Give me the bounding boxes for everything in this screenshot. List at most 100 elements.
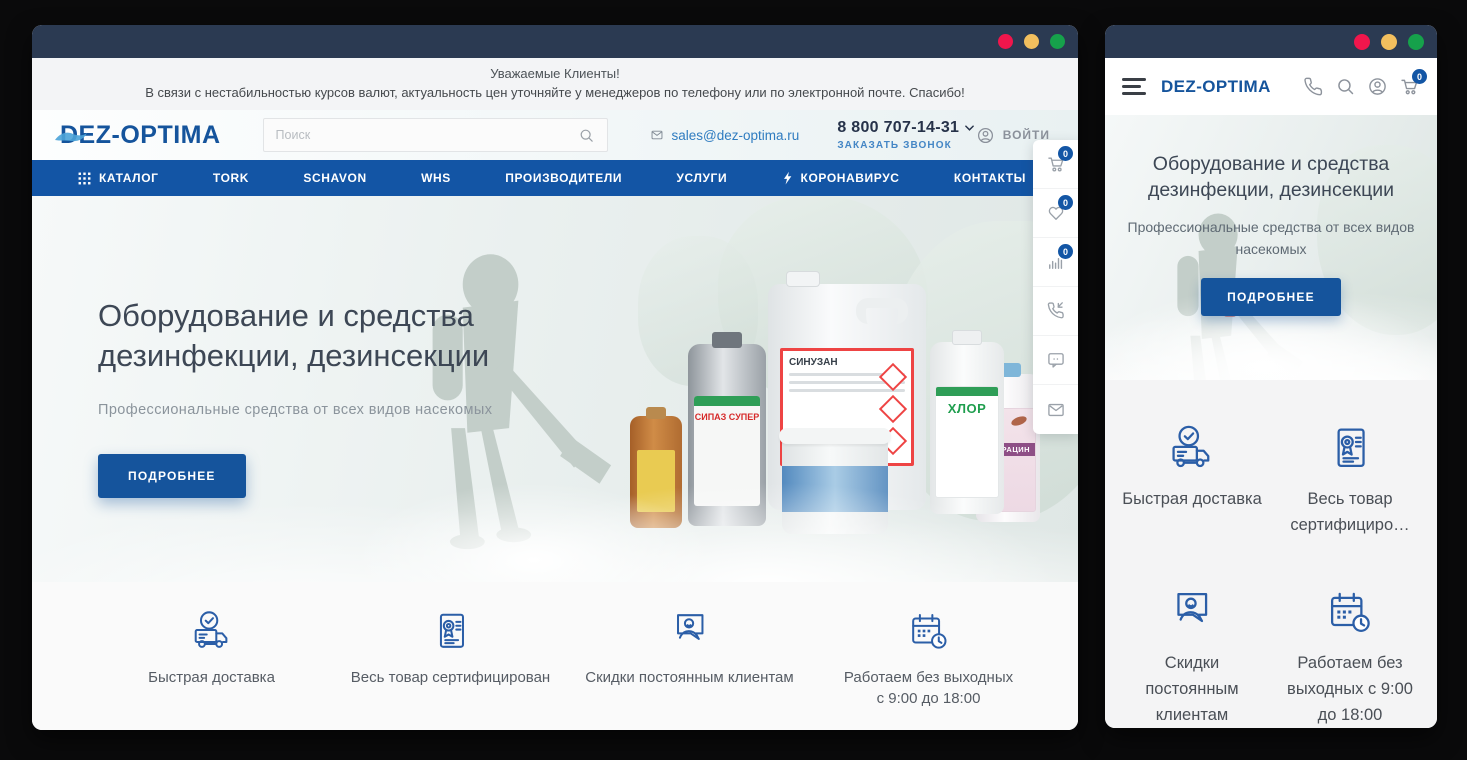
- label-stripe: [694, 396, 760, 406]
- traffic-light-yellow-icon: [1024, 34, 1039, 49]
- feature-label: Скидки постоянным клиентам: [570, 667, 809, 688]
- hero-title-line1: Оборудование и средства: [98, 296, 492, 336]
- client-chat-icon: [1166, 586, 1218, 638]
- lightning-icon: [782, 171, 793, 185]
- phone-number[interactable]: 8 800 707-14-31: [837, 119, 974, 137]
- browser-titlebar: [1105, 25, 1437, 58]
- logo[interactable]: DEZ-OPTIMA: [60, 121, 221, 150]
- callback-link[interactable]: ЗАКАЗАТЬ ЗВОНОК: [837, 140, 974, 151]
- cart-badge: 0: [1058, 146, 1073, 161]
- phone-block: 8 800 707-14-31 ЗАКАЗАТЬ ЗВОНОК: [837, 119, 974, 151]
- favorites-badge: 0: [1058, 195, 1073, 210]
- nav-item-whs[interactable]: WHS: [421, 171, 451, 185]
- toolbar-chat-button[interactable]: [1033, 336, 1078, 385]
- nav-label: УСЛУГИ: [676, 171, 727, 185]
- toolbar-email-button[interactable]: [1033, 385, 1078, 434]
- nav-label: TORK: [213, 171, 249, 185]
- cart-badge: 0: [1412, 69, 1427, 84]
- search-icon[interactable]: [1335, 76, 1356, 97]
- delivery-truck-icon: [1166, 422, 1218, 474]
- product-tub: [782, 436, 888, 534]
- bottle-cap: [646, 407, 666, 419]
- hero-title: Оборудование и средства дезинфекции, дез…: [98, 296, 492, 376]
- floating-toolbar: 0 0 0: [1033, 140, 1078, 434]
- phone-icon[interactable]: [1303, 76, 1324, 97]
- nav-item-catalog[interactable]: КАТАЛОГ: [78, 171, 159, 185]
- label-line: [789, 389, 905, 392]
- desktop-mockup: Уважаемые Клиенты! В связи с нестабильно…: [32, 25, 1078, 730]
- toolbar-favorites-button[interactable]: 0: [1033, 189, 1078, 238]
- product-name: СИПАЗ СУПЕР: [694, 412, 760, 422]
- email-text: sales@dez-optima.ru: [672, 128, 800, 143]
- hero-more-button[interactable]: ПОДРОБНЕЕ: [98, 454, 246, 498]
- features-row: Быстрая доставка Весь товар сертифициров…: [32, 582, 1078, 730]
- hero-title-line2: дезинфекции, дезинсекции: [1105, 177, 1437, 203]
- grid-icon: [78, 172, 91, 185]
- logo-wave-icon: [54, 130, 88, 146]
- hero-title-line1: Оборудование и средства: [1105, 151, 1437, 177]
- nav-item-schavon[interactable]: SCHAVON: [303, 171, 366, 185]
- mobile-hero-banner: Оборудование и средства дезинфекции, дез…: [1105, 115, 1437, 380]
- nav-item-coronavirus[interactable]: КОРОНАВИРУС: [782, 171, 900, 185]
- hero-text: Оборудование и средства дезинфекции, дез…: [98, 296, 492, 498]
- product-bottle-chlorine: ХЛОР: [930, 342, 1004, 514]
- nav-label: КОРОНАВИРУС: [801, 171, 900, 185]
- certificate-icon: [428, 608, 474, 654]
- canister-handle: [856, 298, 908, 324]
- mobile-mockup: DEZ-OPTIMA 0 Оборудование и средства дез…: [1105, 25, 1437, 728]
- toolbar-callback-button[interactable]: [1033, 287, 1078, 336]
- chevron-down-icon: [965, 125, 974, 131]
- product-name: ХЛОР: [936, 401, 998, 416]
- hero-title: Оборудование и средства дезинфекции, дез…: [1105, 151, 1437, 203]
- product-bottle-silver: СИПАЗ СУПЕР: [688, 344, 766, 526]
- menu-icon[interactable]: [1122, 78, 1146, 95]
- hero-more-button[interactable]: ПОДРОБНЕЕ: [1201, 278, 1341, 316]
- toolbar-compare-button[interactable]: 0: [1033, 238, 1078, 287]
- feature-fast-delivery: Быстрая доставка: [92, 608, 331, 688]
- logo[interactable]: DEZ-OPTIMA: [1161, 77, 1271, 97]
- search-box[interactable]: [263, 118, 608, 152]
- user-icon[interactable]: [1367, 76, 1388, 97]
- calendar-clock-icon: [1324, 586, 1376, 638]
- mobile-header-icons: 0: [1303, 76, 1420, 97]
- feature-work-hours: Работаем без выходных с 9:00 до 18:00: [1271, 586, 1429, 728]
- feature-certified: Весь товар сертифицирован: [331, 608, 570, 688]
- notice-message: В связи с нестабильностью курсов валют, …: [32, 85, 1078, 100]
- nav-item-manufacturers[interactable]: ПРОИЗВОДИТЕЛИ: [505, 171, 622, 185]
- product-label: ХЛОР: [935, 386, 999, 498]
- nav-item-contacts[interactable]: КОНТАКТЫ: [954, 171, 1026, 185]
- mosquito-image: [1010, 415, 1028, 428]
- email-link[interactable]: sales@dez-optima.ru: [650, 128, 800, 143]
- cart-button[interactable]: 0: [1399, 76, 1420, 97]
- feature-label: Быстрая доставка: [1119, 486, 1265, 512]
- feature-fast-delivery: Быстрая доставка: [1113, 422, 1271, 538]
- product-bottles-photo: СИНУЗАН СИПАЗ СУПЕР: [630, 284, 1040, 534]
- mobile-features-grid: Быстрая доставка Весь товар сертифициро……: [1105, 380, 1437, 728]
- nav-label: КОНТАКТЫ: [954, 171, 1026, 185]
- mail-icon: [1046, 400, 1066, 420]
- nav-label: ПРОИЗВОДИТЕЛИ: [505, 171, 622, 185]
- product-label: [637, 450, 675, 512]
- nav-item-tork[interactable]: TORK: [213, 171, 249, 185]
- nav-label: WHS: [421, 171, 451, 185]
- notice-greeting: Уважаемые Клиенты!: [32, 66, 1078, 81]
- feature-discounts: Скидки постоянным клиентам: [1113, 586, 1271, 728]
- phone-text: 8 800 707-14-31: [837, 119, 959, 137]
- nav-item-services[interactable]: УСЛУГИ: [676, 171, 727, 185]
- calendar-clock-icon: [906, 608, 952, 654]
- user-icon: [976, 126, 995, 145]
- feature-label: Весь товар сертифицирован: [331, 667, 570, 688]
- feature-label-line2: с 9:00 до 18:00: [809, 688, 1048, 709]
- search-icon[interactable]: [578, 127, 595, 144]
- feature-label: Работаем без выходных с 9:00 до 18:00: [809, 667, 1048, 709]
- feature-label: Работаем без выходных с 9:00 до 18:00: [1277, 650, 1423, 728]
- browser-titlebar: [32, 25, 1078, 58]
- search-input[interactable]: [276, 128, 578, 142]
- bottle-cap: [712, 332, 742, 348]
- traffic-light-red-icon: [998, 34, 1013, 49]
- feature-label-line1: Работаем без выходных: [809, 667, 1048, 688]
- toolbar-cart-button[interactable]: 0: [1033, 140, 1078, 189]
- nav-label: SCHAVON: [303, 171, 366, 185]
- site-header: DEZ-OPTIMA sales@dez-optima.ru 8 800 707…: [32, 110, 1078, 160]
- label-stripe: [782, 466, 888, 512]
